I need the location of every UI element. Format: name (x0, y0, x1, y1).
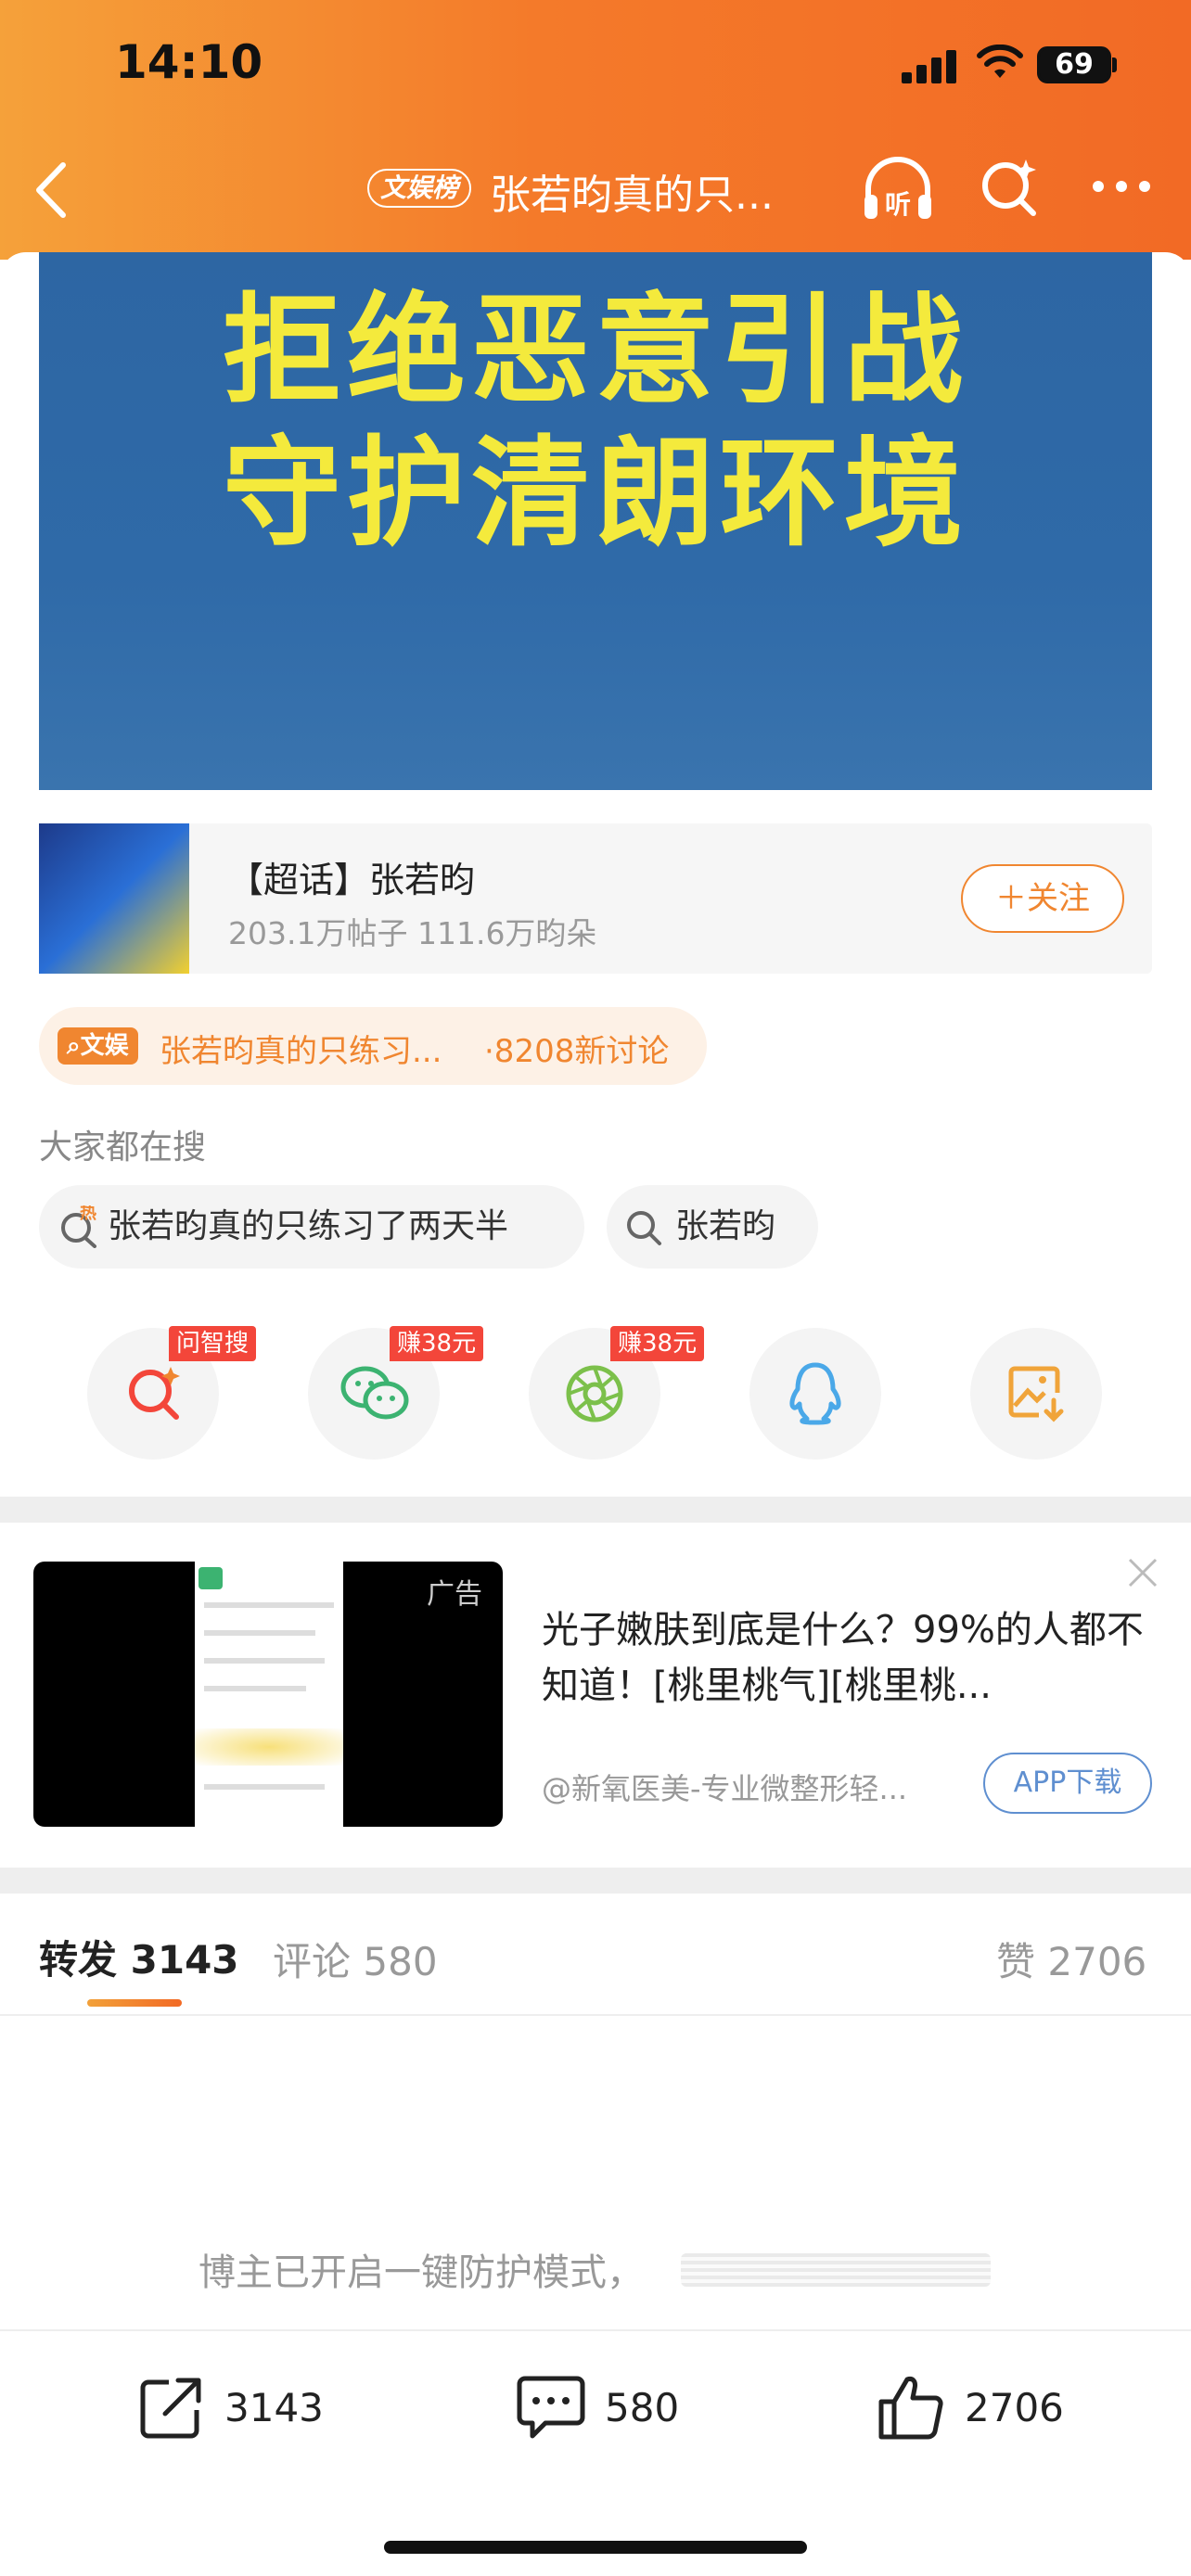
bottom-action-bar (0, 2329, 1191, 2576)
topic-tag: ⌕文娱 (58, 1027, 138, 1065)
moments-icon (566, 1365, 623, 1422)
ad-source[interactable]: @新氧医美-专业微整形轻... (542, 1766, 968, 1808)
save-image-icon (1008, 1366, 1064, 1422)
tab-comment[interactable]: 评论 580 (273, 1931, 438, 1987)
close-icon[interactable] (1124, 1554, 1161, 1591)
search-q-icon (129, 1367, 180, 1420)
share-save-image[interactable] (970, 1328, 1102, 1460)
repost-count: 3143 (224, 2384, 324, 2430)
svg-text:听: 听 (885, 189, 911, 220)
like-button[interactable]: 2706 (876, 2370, 1064, 2444)
comment-count: 580 (605, 2384, 680, 2430)
search-chip-label: 张若昀 (675, 1207, 776, 1245)
app-download-button[interactable]: APP下载 (983, 1753, 1152, 1814)
tab-comment-count: 580 (363, 1939, 438, 1984)
topic-tag-label: 文娱 (80, 1032, 129, 1060)
comment-button[interactable]: 580 (516, 2370, 679, 2444)
search-chip-label: 张若昀真的只练习了两天半 (108, 1207, 509, 1245)
more-options-icon[interactable] (1089, 172, 1154, 200)
thumbs-up-icon (878, 2377, 943, 2440)
protection-notice: 博主已开启一键防护模式， (198, 2251, 644, 2294)
super-topic-name: 【超话】张若昀 (228, 860, 476, 900)
battery-indicator: 69 (1037, 46, 1111, 83)
tab-repost-count: 3143 (130, 1937, 239, 1983)
repost-button[interactable]: 3143 (137, 2370, 324, 2444)
svg-text:热: 热 (80, 1205, 96, 1223)
status-time: 14:10 (115, 35, 263, 89)
search-small-icon: ⌕ (67, 1032, 81, 1060)
battery-cap (1112, 57, 1117, 72)
tab-repost-label: 转发 (39, 1937, 118, 1983)
topic-text: 张若昀真的只练习... (160, 1033, 442, 1070)
listen-headphone-icon[interactable]: 听 (859, 154, 937, 223)
share-badge: 赚38元 (610, 1326, 705, 1361)
tab-repost[interactable]: 转发 3143 (39, 1929, 239, 1985)
blurred-text (681, 2253, 991, 2287)
wifi-icon (977, 45, 1023, 78)
section-divider (0, 1497, 1191, 1523)
topic-discussion-count: ·8208新讨论 (484, 1033, 670, 1070)
ad-label: 广告 (427, 1578, 482, 1611)
page-title: 张若昀真的只... (490, 172, 774, 219)
banner-line-2: 守护清朗环境 (222, 425, 968, 563)
share-badge: 赚38元 (390, 1326, 484, 1361)
share-qq[interactable] (749, 1328, 881, 1460)
search-icon (627, 1211, 661, 1245)
top-header: 14:10 69 文娱榜 张若昀真的只... 听 (0, 0, 1191, 260)
tab-like[interactable]: 赞 2706 (996, 1931, 1146, 1987)
super-topic-avatar (39, 823, 189, 974)
ad-title[interactable]: 光子嫩肤到底是什么？99%的人都不知道！[桃里桃气][桃里桃... (542, 1602, 1145, 1714)
share-arrow-icon (140, 2378, 201, 2439)
search-chip[interactable]: 热 张若昀真的只练习了两天半 (39, 1185, 584, 1269)
search-section-heading: 大家都在搜 (39, 1129, 207, 1167)
like-count: 2706 (965, 2384, 1064, 2430)
ad-screen-mock (195, 1562, 343, 1827)
active-tab-underline (87, 1999, 182, 2007)
search-spark-icon[interactable] (978, 154, 1043, 219)
post-image-banner[interactable]: 拒绝恶意引战 守护清朗环境 (39, 252, 1152, 790)
qq-icon (789, 1362, 841, 1425)
hot-list-tag[interactable]: 文娱榜 (367, 169, 472, 208)
tab-like-label: 赞 (996, 1939, 1036, 1984)
tab-like-count: 2706 (1047, 1939, 1147, 1984)
home-indicator[interactable] (384, 2541, 807, 2554)
hot-search-icon: 热 (61, 1205, 96, 1248)
cellular-signal-icon (902, 50, 961, 83)
super-topic-stats: 203.1万帖子 111.6万昀朵 (228, 915, 597, 951)
share-badge: 问智搜 (169, 1326, 257, 1361)
follow-button[interactable]: ＋关注 (961, 864, 1124, 933)
tab-comment-label: 评论 (273, 1939, 352, 1984)
comment-bubble-icon (517, 2376, 585, 2439)
wechat-icon (340, 1366, 409, 1420)
back-chevron-icon[interactable] (28, 158, 74, 223)
search-chip[interactable]: 张若昀 (607, 1185, 818, 1269)
section-divider (0, 1868, 1191, 1894)
